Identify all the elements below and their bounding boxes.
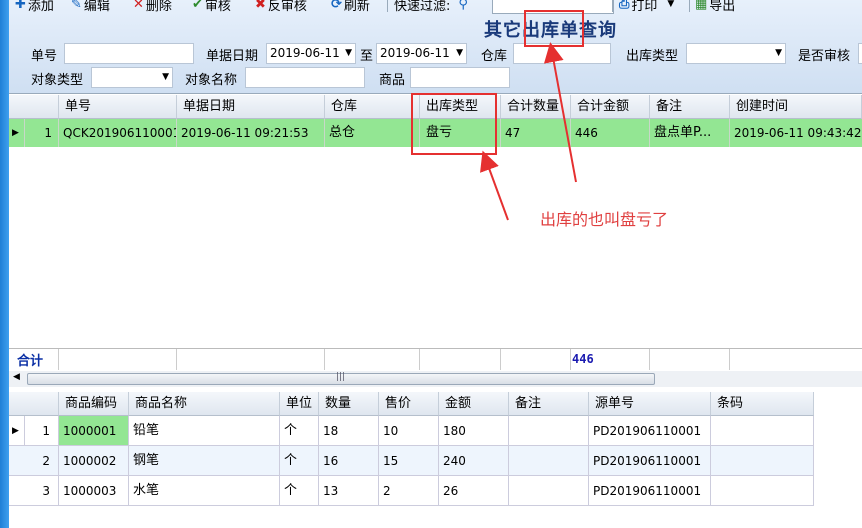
annotation-arrows xyxy=(480,42,577,221)
annotation-note: 出库的也叫盘亏了 xyxy=(540,210,669,229)
arrow-to-out-type xyxy=(480,150,509,221)
arrow-to-title xyxy=(543,42,577,183)
